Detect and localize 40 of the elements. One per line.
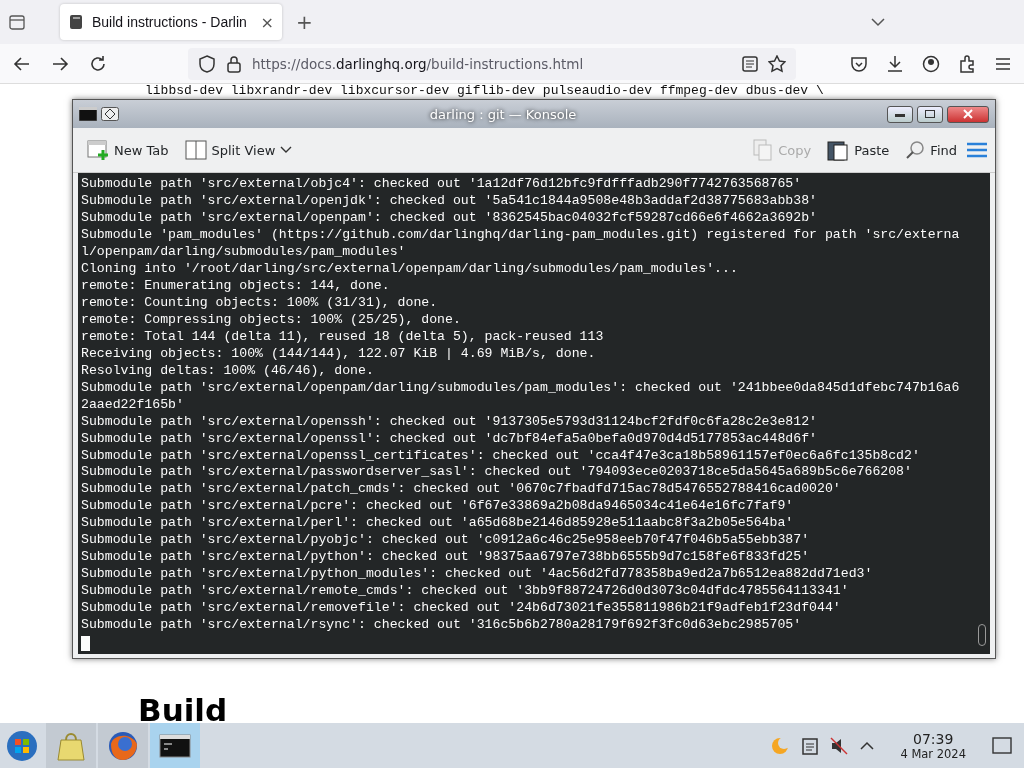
toolbar-button[interactable]: Split View [178, 136, 299, 165]
toolbar-button[interactable]: New Tab [81, 135, 175, 166]
new-tab-button[interactable]: + [290, 10, 319, 34]
terminal-line: Submodule path 'src/external/openjdk': checked out '5a541c1844a9508e48b3addaf2d38775683abb38' [81, 193, 818, 211]
clock-time: 07:39 [913, 730, 954, 747]
terminal-line: Submodule path 'src/external/openpam': checked out '8362545bac04032fcf59287cd66e6f4662a3692b' [81, 210, 818, 228]
terminal-line: Submodule path 'src/external/python': checked out '98375aa6797e738bb6555b9d7c158fe6f833fd25' [81, 549, 811, 567]
terminal-line: Submodule path 'src/external/openssl': checked out 'dc7bf84efa5a0befa0d970d4d5177853ac448d6f' [81, 430, 818, 448]
code-line: libbsd-dev libxrandr-dev libxcursor-dev giflib-dev pulseaudio-dev ffmpeg-dev dbus-dev \ [145, 84, 825, 98]
tab-title: Build instructions - Darlin [92, 14, 248, 30]
terminal-line: Submodule path 'src/external/python_modules': checked out '4ac56d2fd778358ba9ed2a7b6512ea882dd71ed3' [81, 566, 874, 584]
terminal-line: remote: Compressing objects: 100% (25/25), done. [81, 311, 462, 329]
terminal-line: Submodule path 'src/external/removefile': checked out '24b6d73021fe355811986b21f9adfeb1f23df044' [81, 600, 842, 618]
terminal-line: Submodule path 'src/external/perl': checked out 'a65d68be2146d85928e511aabc8f3a2b05e564ba' [81, 515, 795, 533]
terminal-line: Submodule path 'src/external/passwordserver_sasl': checked out '794093ece0203718ce5da5645a689b5c6e766208' [81, 464, 913, 482]
browser-tab[interactable]: Build instructions - Darlin × [60, 4, 282, 40]
terminal-line: Submodule path 'src/external/openpam/darling/submodules/pam_modules': checked out '241bbee0da845d1dfebc747b16a62aaed22f165b' [81, 379, 960, 414]
terminal-line: remote: Counting objects: 100% (31/31), done. [81, 294, 439, 312]
terminal-line: Submodule path 'src/external/openssh': checked out '9137305e5793d31124bcf2fdf0c6fa28c2e3e812' [81, 413, 818, 431]
address-bar[interactable]: https://docs.darlinghq.org/build-instructions.html [188, 47, 796, 80]
window-title: darling : git — Konsole [428, 106, 578, 122]
terminal-line: remote: Total 144 (delta 11), reused 18 (delta 5), pack-reused 113 [81, 328, 605, 346]
terminal-line: Receiving objects: 100% (144/144), 122.07 KiB | 4.69 MiB/s, done. [81, 345, 597, 363]
toolbar-button[interactable]: Paste [821, 135, 896, 166]
terminal-line: Submodule path 'src/external/remote_cmds': checked out '3bb9f88724726d0d3073c04dfdc4785564113341' [81, 583, 850, 601]
terminal-line: Submodule 'pam_modules' (https://github.com/darlinghq/darling-pam_modules.git) registered for path 'src/external/openpam/darling/submodules/pam_modules' [81, 227, 960, 261]
terminal-line: Submodule path 'src/external/pcre': checked out '6f67e33869a2b08da9465034c41e64e16fc7faf9' [81, 498, 795, 516]
section-heading: Build [138, 691, 228, 730]
terminal-line: Submodule path 'src/external/patch_cmds': checked out '0670c7fbadfd715ac78d5476552788416cad0020' [81, 481, 842, 499]
toolbar-button[interactable]: Find [899, 136, 963, 165]
terminal-line: Submodule path 'src/external/objc4': checked out '1a12df76d12bfc9fdfffadb290f7742763568765' [81, 176, 803, 194]
terminal-line: remote: Enumerating objects: 144, done. [81, 277, 391, 295]
terminal-line: Submodule path 'src/external/pyobjc': checked out 'c0912a6c46c25e958eeb70f47f046b5a55ebb387' [81, 532, 811, 550]
terminal-line: Submodule path 'src/external/rsync': checked out '316c5b6b2780a28179f692f3fc0d63ebc2985705' [81, 617, 803, 634]
url-text: https://docs.darlinghq.org/build-instructions.html [252, 55, 585, 72]
terminal-line: Resolving deltas: 100% (46/46), done. [81, 362, 375, 380]
close-tab-button[interactable]: × [260, 12, 274, 32]
terminal-line: Cloning into '/root/darling/src/external/openpam/darling/submodules/pam_modules'... [81, 261, 739, 278]
clock-date: 4 Mar 2024 [900, 746, 966, 761]
terminal-line: Submodule path 'src/external/openssl_certificates': checked out 'cca4f47e3ca18b58961157ef0ec6a6fc135b8cd2' [81, 447, 921, 465]
